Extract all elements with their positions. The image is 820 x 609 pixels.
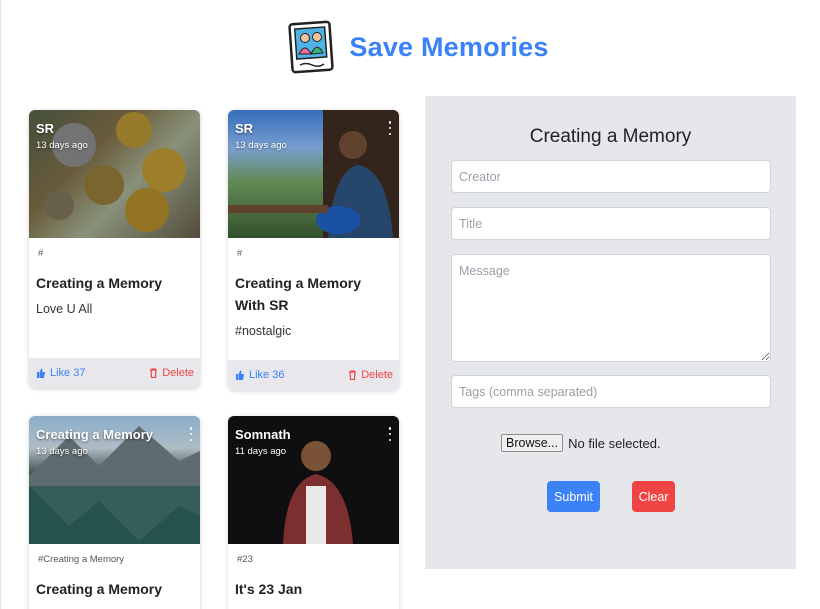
more-options-icon[interactable] bbox=[188, 427, 194, 441]
tags-input[interactable] bbox=[451, 375, 771, 408]
card-creator: Creating a Memory bbox=[36, 427, 154, 442]
title-input[interactable] bbox=[451, 207, 771, 240]
card-message: Love U All bbox=[36, 302, 93, 316]
browse-button[interactable]: Browse... bbox=[501, 434, 564, 452]
thumbs-up-icon bbox=[37, 368, 45, 378]
memory-card: Somnath 11 days ago #23 It's 23 Jan bbox=[228, 416, 399, 609]
delete-label: Delete bbox=[162, 367, 194, 379]
card-image: Creating a Memory 13 days ago bbox=[29, 416, 200, 544]
like-label: Like 37 bbox=[50, 367, 86, 379]
more-options-icon[interactable] bbox=[387, 121, 393, 135]
app-title: Save Memories bbox=[349, 31, 549, 62]
card-title: Creating a Memory With SR bbox=[235, 275, 362, 313]
delete-label: Delete bbox=[361, 369, 393, 381]
submit-button[interactable]: Submit bbox=[547, 481, 600, 512]
memory-card: SR 13 days ago # Creating a Memory Love … bbox=[29, 110, 200, 388]
card-title: It's 23 Jan bbox=[235, 581, 303, 597]
delete-button[interactable]: Delete bbox=[348, 369, 393, 381]
card-tags: # bbox=[38, 248, 44, 259]
delete-button[interactable]: Delete bbox=[149, 367, 194, 379]
trash-icon bbox=[349, 370, 357, 380]
memories-logo-icon bbox=[288, 20, 335, 74]
message-input[interactable] bbox=[451, 254, 771, 362]
like-button[interactable]: Like 36 bbox=[235, 369, 284, 381]
card-title: Creating a Memory bbox=[36, 275, 163, 291]
card-actions: Like 37 Delete bbox=[29, 358, 200, 388]
card-tags: #23 bbox=[237, 554, 253, 565]
thumbs-up-icon bbox=[236, 370, 244, 380]
like-label: Like 36 bbox=[249, 369, 285, 381]
card-title: Creating a Memory bbox=[36, 581, 163, 597]
card-tags: # bbox=[237, 248, 243, 259]
card-creator: SR bbox=[235, 121, 254, 136]
card-message: #nostalgic bbox=[235, 324, 292, 338]
memory-card: Creating a Memory 13 days ago #Creating … bbox=[29, 416, 200, 609]
card-time: 13 days ago bbox=[235, 140, 287, 151]
memory-card: SR 13 days ago # Creating a Memory With … bbox=[228, 110, 399, 390]
memory-form: Creating a Memory Browse... No file sele… bbox=[425, 96, 796, 569]
card-time: 13 days ago bbox=[36, 140, 88, 151]
card-time: 11 days ago bbox=[235, 446, 287, 457]
card-image: SR 13 days ago bbox=[228, 110, 399, 238]
creator-input[interactable] bbox=[451, 160, 771, 193]
like-button[interactable]: Like 37 bbox=[36, 367, 85, 379]
more-options-icon[interactable] bbox=[387, 427, 393, 441]
card-creator: Somnath bbox=[235, 427, 291, 442]
card-tags: #Creating a Memory bbox=[38, 554, 125, 565]
app-header: Save Memories bbox=[1, 16, 820, 76]
form-title: Creating a Memory bbox=[529, 126, 692, 147]
card-image: Somnath 11 days ago bbox=[228, 416, 399, 544]
file-status: No file selected. bbox=[568, 435, 661, 451]
trash-icon bbox=[150, 368, 158, 378]
file-picker: Browse... No file selected. bbox=[501, 434, 661, 452]
card-creator: SR bbox=[36, 121, 55, 136]
card-actions: Like 36 Delete bbox=[228, 360, 399, 390]
card-image: SR 13 days ago bbox=[29, 110, 200, 238]
card-time: 13 days ago bbox=[36, 446, 88, 457]
clear-button[interactable]: Clear bbox=[632, 481, 675, 512]
